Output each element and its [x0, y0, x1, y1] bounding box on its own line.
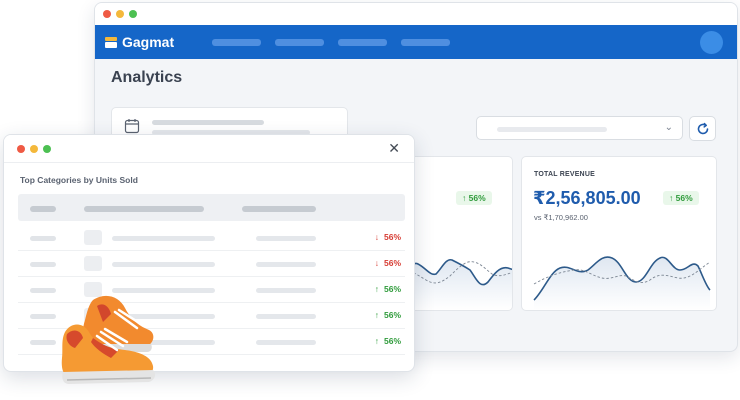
- card-label: TOTAL REVENUE: [534, 171, 595, 178]
- arrow-down-icon: ↓: [374, 258, 379, 268]
- brand-logo[interactable]: Gagmat: [105, 34, 174, 50]
- revenue-value: ₹2,56,805.00: [533, 188, 641, 208]
- change-value: ↓ 56%: [374, 258, 401, 268]
- arrow-up-icon: ↑: [374, 310, 379, 320]
- change-value: ↑ 56%: [374, 336, 401, 346]
- refresh-button[interactable]: [689, 116, 716, 141]
- arrow-down-icon: ↓: [374, 232, 379, 242]
- maximize-dot[interactable]: [129, 10, 137, 18]
- category-thumbnail: [84, 256, 102, 271]
- dropdown-value-placeholder: [497, 127, 607, 132]
- cell-placeholder: [256, 314, 316, 319]
- refresh-icon: [697, 122, 708, 134]
- calendar-icon: [124, 119, 140, 134]
- category-thumbnail: [84, 230, 102, 245]
- close-dot[interactable]: [17, 144, 25, 153]
- nav-link-placeholder[interactable]: [212, 38, 262, 46]
- cell-placeholder: [112, 236, 215, 241]
- filter-dropdown[interactable]: ⌄: [476, 116, 683, 140]
- change-value: ↑ 56%: [374, 284, 401, 294]
- window-titlebar: [95, 3, 737, 25]
- table-row[interactable]: ↓ 56%: [18, 225, 405, 251]
- nav-link-placeholder[interactable]: [338, 38, 388, 46]
- cell-placeholder: [30, 262, 56, 267]
- logo-icon: [105, 36, 117, 48]
- nav-link-placeholder[interactable]: [275, 38, 325, 46]
- cell-placeholder: [256, 288, 316, 293]
- brand-name: Gagmat: [122, 34, 175, 50]
- panel-titlebar: [4, 135, 414, 163]
- close-dot[interactable]: [103, 10, 111, 18]
- cell-placeholder: [256, 236, 316, 241]
- table-row[interactable]: ↓ 56%: [18, 251, 405, 277]
- top-navbar: Gagmat: [95, 25, 737, 59]
- chevron-down-icon: ⌄: [664, 122, 673, 133]
- sparkline-chart: [533, 256, 711, 310]
- column-header-placeholder: [242, 206, 316, 212]
- scene: Gagmat Analytics ⌄ ↑ 56% TOTAL REVENUE ↑…: [0, 0, 740, 400]
- cell-placeholder: [30, 236, 56, 241]
- comparison-value: vs ₹1,70,962.00: [534, 213, 588, 222]
- total-revenue-card: TOTAL REVENUE ↑ 56% ₹2,56,805.00 vs ₹1,7…: [521, 156, 717, 311]
- arrow-up-icon: ↑: [374, 336, 379, 346]
- page-title: Analytics: [111, 69, 183, 86]
- arrow-up-icon: ↑: [374, 284, 379, 294]
- change-badge: ↑ 56%: [456, 191, 492, 205]
- date-label-placeholder: [152, 120, 264, 125]
- cell-placeholder: [256, 340, 316, 345]
- change-badge: ↑ 56%: [663, 191, 699, 205]
- close-icon[interactable]: ✕: [388, 140, 400, 157]
- change-value: ↑ 56%: [374, 310, 401, 320]
- table-header: [18, 194, 405, 221]
- sneaker-illustration: [61, 295, 156, 384]
- nav-link-placeholder[interactable]: [401, 38, 451, 46]
- column-header-placeholder: [84, 206, 204, 212]
- change-value: ↓ 56%: [374, 232, 401, 242]
- column-header-placeholder: [30, 206, 56, 212]
- maximize-dot[interactable]: [43, 144, 51, 153]
- cell-placeholder: [256, 262, 316, 267]
- avatar[interactable]: [700, 31, 723, 54]
- cell-placeholder: [112, 262, 215, 267]
- minimize-dot[interactable]: [30, 144, 38, 153]
- nav-links: [212, 38, 451, 46]
- minimize-dot[interactable]: [116, 10, 124, 18]
- panel-title: Top Categories by Units Sold: [20, 175, 138, 185]
